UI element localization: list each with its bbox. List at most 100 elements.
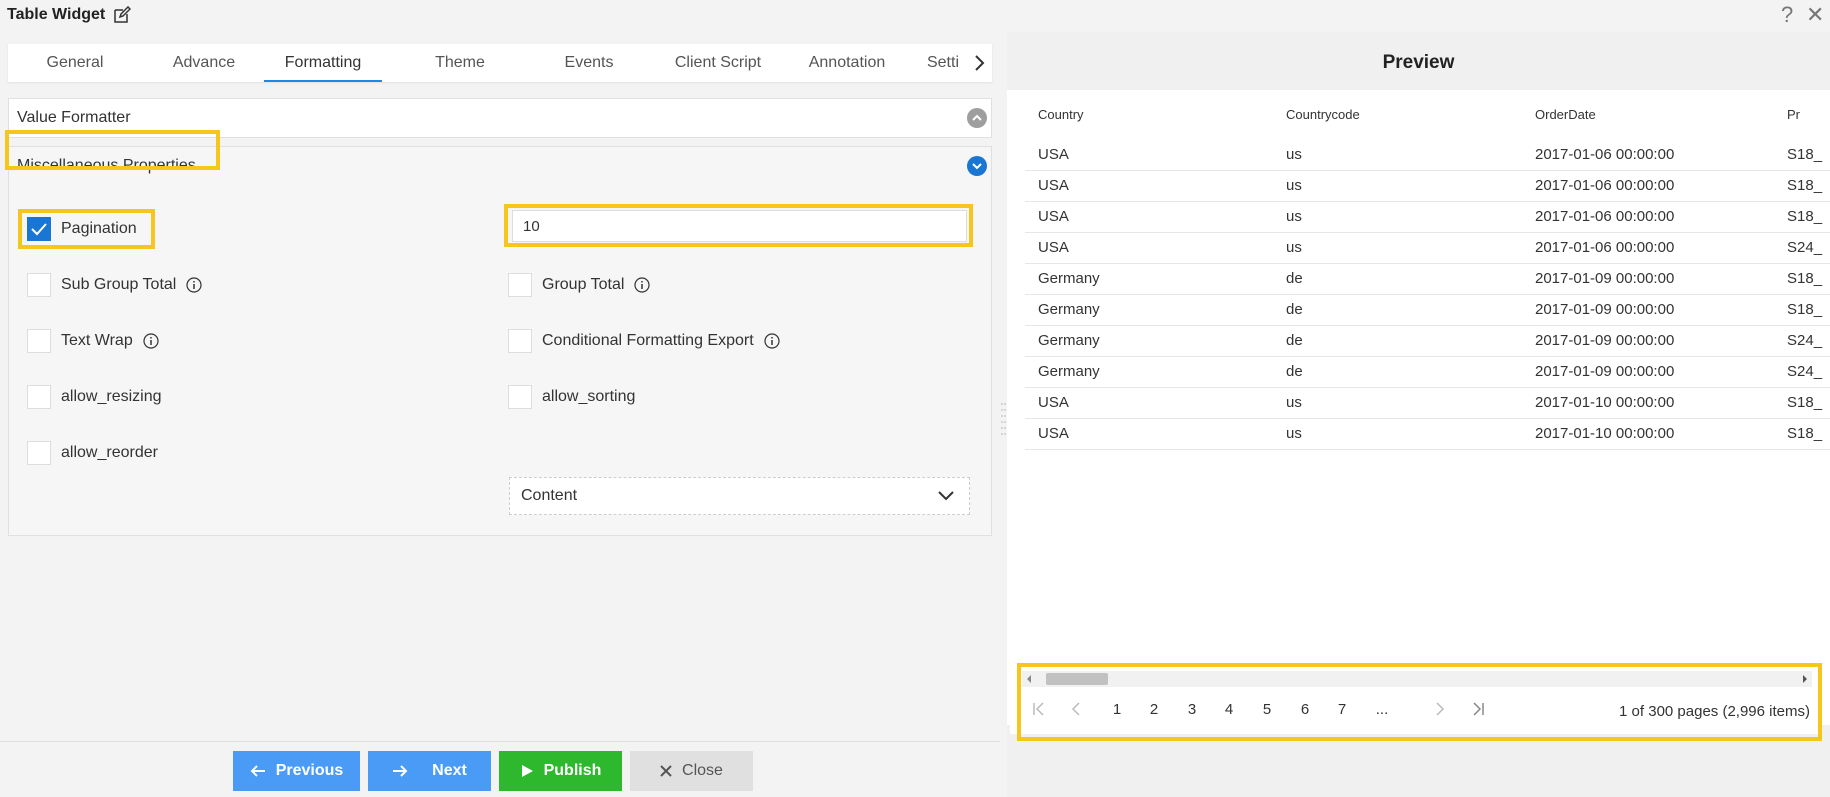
preview-grid: Country Countrycode OrderDate Pr USA us 20… — [1007, 90, 1830, 725]
pagination-checkbox[interactable] — [27, 217, 51, 241]
content-select[interactable]: Content — [509, 477, 970, 515]
publish-label: Publish — [543, 762, 602, 779]
sub-group-total-checkbox[interactable] — [27, 273, 51, 297]
allow-reorder-checkbox[interactable] — [27, 441, 51, 465]
table-row[interactable]: USA us 2017-01-06 00:00:00 S18_ — [1025, 202, 1830, 233]
tab-theme[interactable]: Theme — [395, 44, 525, 82]
allow-resizing-option: allow_resizing — [27, 385, 162, 409]
help-icon[interactable]: ? — [1781, 2, 1793, 28]
info-icon[interactable] — [186, 277, 202, 293]
table-row[interactable]: USA us 2017-01-06 00:00:00 S24_ — [1025, 233, 1830, 264]
product-cell: S18_ — [1787, 146, 1823, 163]
table-row[interactable]: USA us 2017-01-10 00:00:00 S18_ — [1025, 388, 1830, 419]
info-icon[interactable] — [764, 333, 780, 349]
next-label: Next — [432, 762, 467, 779]
sub-group-total-option: Sub Group Total — [27, 273, 202, 297]
countrycode-cell: us — [1286, 177, 1302, 194]
column-header-product[interactable]: Pr — [1787, 90, 1800, 140]
column-header-countrycode[interactable]: Countrycode — [1286, 90, 1360, 140]
countrycode-cell: us — [1286, 425, 1302, 442]
countrycode-cell: de — [1286, 363, 1303, 380]
allow-sorting-label: allow_sorting — [542, 388, 636, 405]
column-header-country[interactable]: Country — [1038, 90, 1084, 140]
close-icon — [660, 765, 672, 777]
tab-annotation[interactable]: Annotation — [782, 44, 912, 82]
table-row[interactable]: Germany de 2017-01-09 00:00:00 S18_ — [1025, 295, 1830, 326]
title-bar: Table Widget ? ✕ — [0, 0, 1830, 32]
country-cell: Germany — [1038, 332, 1100, 349]
window-title-group: Table Widget — [7, 6, 132, 24]
publish-button[interactable]: Publish — [499, 751, 622, 791]
grip-icon — [1001, 403, 1006, 435]
preview-title: Preview — [1382, 52, 1455, 73]
orderdate-cell: 2017-01-09 00:00:00 — [1535, 270, 1675, 287]
table-row[interactable]: USA us 2017-01-06 00:00:00 S18_ — [1025, 171, 1830, 202]
group-total-checkbox[interactable] — [508, 273, 532, 297]
allow-reorder-option: allow_reorder — [27, 441, 158, 465]
conditional-formatting-export-checkbox[interactable] — [508, 329, 532, 353]
countrycode-cell: us — [1286, 239, 1302, 256]
tab-events[interactable]: Events — [524, 44, 654, 82]
allow-sorting-checkbox[interactable] — [508, 385, 532, 409]
tab-bar: General Advance Formatting Theme Events … — [8, 44, 992, 82]
table-row[interactable]: Germany de 2017-01-09 00:00:00 S24_ — [1025, 357, 1830, 388]
edit-icon[interactable] — [113, 6, 132, 24]
product-cell: S24_ — [1787, 332, 1823, 349]
orderdate-cell: 2017-01-09 00:00:00 — [1535, 301, 1675, 318]
column-header-orderdate[interactable]: OrderDate — [1535, 90, 1596, 140]
country-cell: USA — [1038, 146, 1069, 163]
country-cell: Germany — [1038, 301, 1100, 318]
chevron-up-icon — [972, 114, 982, 121]
countrycode-cell: us — [1286, 394, 1302, 411]
orderdate-cell: 2017-01-09 00:00:00 — [1535, 332, 1675, 349]
text-wrap-checkbox[interactable] — [27, 329, 51, 353]
pager-highlight-frame — [1017, 663, 1822, 741]
group-total-option: Group Total — [508, 273, 651, 297]
allow-resizing-label: allow_resizing — [61, 388, 162, 405]
product-cell: S24_ — [1787, 239, 1823, 256]
product-cell: S24_ — [1787, 363, 1823, 380]
product-cell: S18_ — [1787, 270, 1823, 287]
table-row[interactable]: USA us 2017-01-10 00:00:00 S18_ — [1025, 419, 1830, 450]
misc-highlight-frame — [5, 130, 220, 170]
orderdate-cell: 2017-01-10 00:00:00 — [1535, 394, 1675, 411]
collapse-button[interactable] — [967, 108, 987, 128]
info-icon[interactable] — [634, 277, 651, 293]
chevron-down-icon — [972, 163, 982, 170]
tab-formatting[interactable]: Formatting — [264, 44, 382, 82]
close-button[interactable]: Close — [630, 751, 753, 791]
tab-general[interactable]: General — [10, 44, 140, 82]
chevron-right-icon — [975, 55, 985, 71]
close-icon[interactable]: ✕ — [1806, 2, 1824, 28]
pagination-size-input[interactable]: 10 — [512, 210, 967, 242]
tab-client-script[interactable]: Client Script — [653, 44, 783, 82]
group-total-label: Group Total — [542, 276, 625, 293]
table-row[interactable]: Germany de 2017-01-09 00:00:00 S24_ — [1025, 326, 1830, 357]
footer-divider — [0, 741, 1000, 742]
product-cell: S18_ — [1787, 177, 1823, 194]
tab-advance[interactable]: Advance — [139, 44, 269, 82]
expand-button[interactable] — [967, 156, 987, 176]
next-button[interactable]: Next — [368, 751, 491, 791]
settings-panel: General Advance Formatting Theme Events … — [0, 32, 1005, 797]
previous-button[interactable]: Previous — [233, 751, 360, 791]
pagination-option: Pagination — [27, 217, 137, 241]
product-cell: S18_ — [1787, 208, 1823, 225]
allow-resizing-checkbox[interactable] — [27, 385, 51, 409]
sub-group-total-label: Sub Group Total — [61, 276, 177, 293]
country-cell: USA — [1038, 394, 1069, 411]
allow-sorting-option: allow_sorting — [508, 385, 635, 409]
country-cell: Germany — [1038, 363, 1100, 380]
table-row[interactable]: USA us 2017-01-06 00:00:00 S18_ — [1025, 140, 1830, 171]
orderdate-cell: 2017-01-09 00:00:00 — [1535, 363, 1675, 380]
panel-splitter[interactable] — [1000, 400, 1006, 442]
window-title: Table Widget — [7, 6, 106, 23]
play-icon — [521, 765, 533, 777]
allow-reorder-label: allow_reorder — [61, 444, 158, 461]
orderdate-cell: 2017-01-06 00:00:00 — [1535, 177, 1675, 194]
tab-scroll-right-button[interactable] — [968, 44, 992, 82]
table-row[interactable]: Germany de 2017-01-09 00:00:00 S18_ — [1025, 264, 1830, 295]
info-icon[interactable] — [143, 333, 159, 349]
pagination-label: Pagination — [61, 220, 137, 237]
countrycode-cell: us — [1286, 208, 1302, 225]
